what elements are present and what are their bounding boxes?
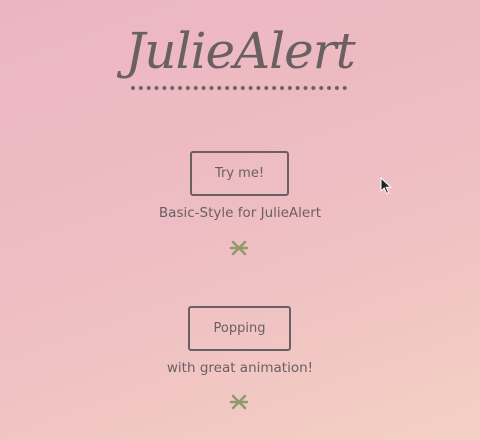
mouse-pointer-icon — [380, 177, 392, 195]
section-caption-animation: with great animation! — [166, 360, 314, 376]
popping-button[interactable]: Popping — [188, 306, 291, 351]
try-me-button[interactable]: Try me! — [190, 151, 289, 196]
asterisk-icon — [229, 394, 249, 410]
asterisk-icon — [229, 240, 249, 256]
title-dotted-underline — [131, 86, 347, 90]
section-caption-basic-style: Basic-Style for JulieAlert — [158, 205, 322, 221]
page-title: JulieAlert — [125, 22, 356, 80]
